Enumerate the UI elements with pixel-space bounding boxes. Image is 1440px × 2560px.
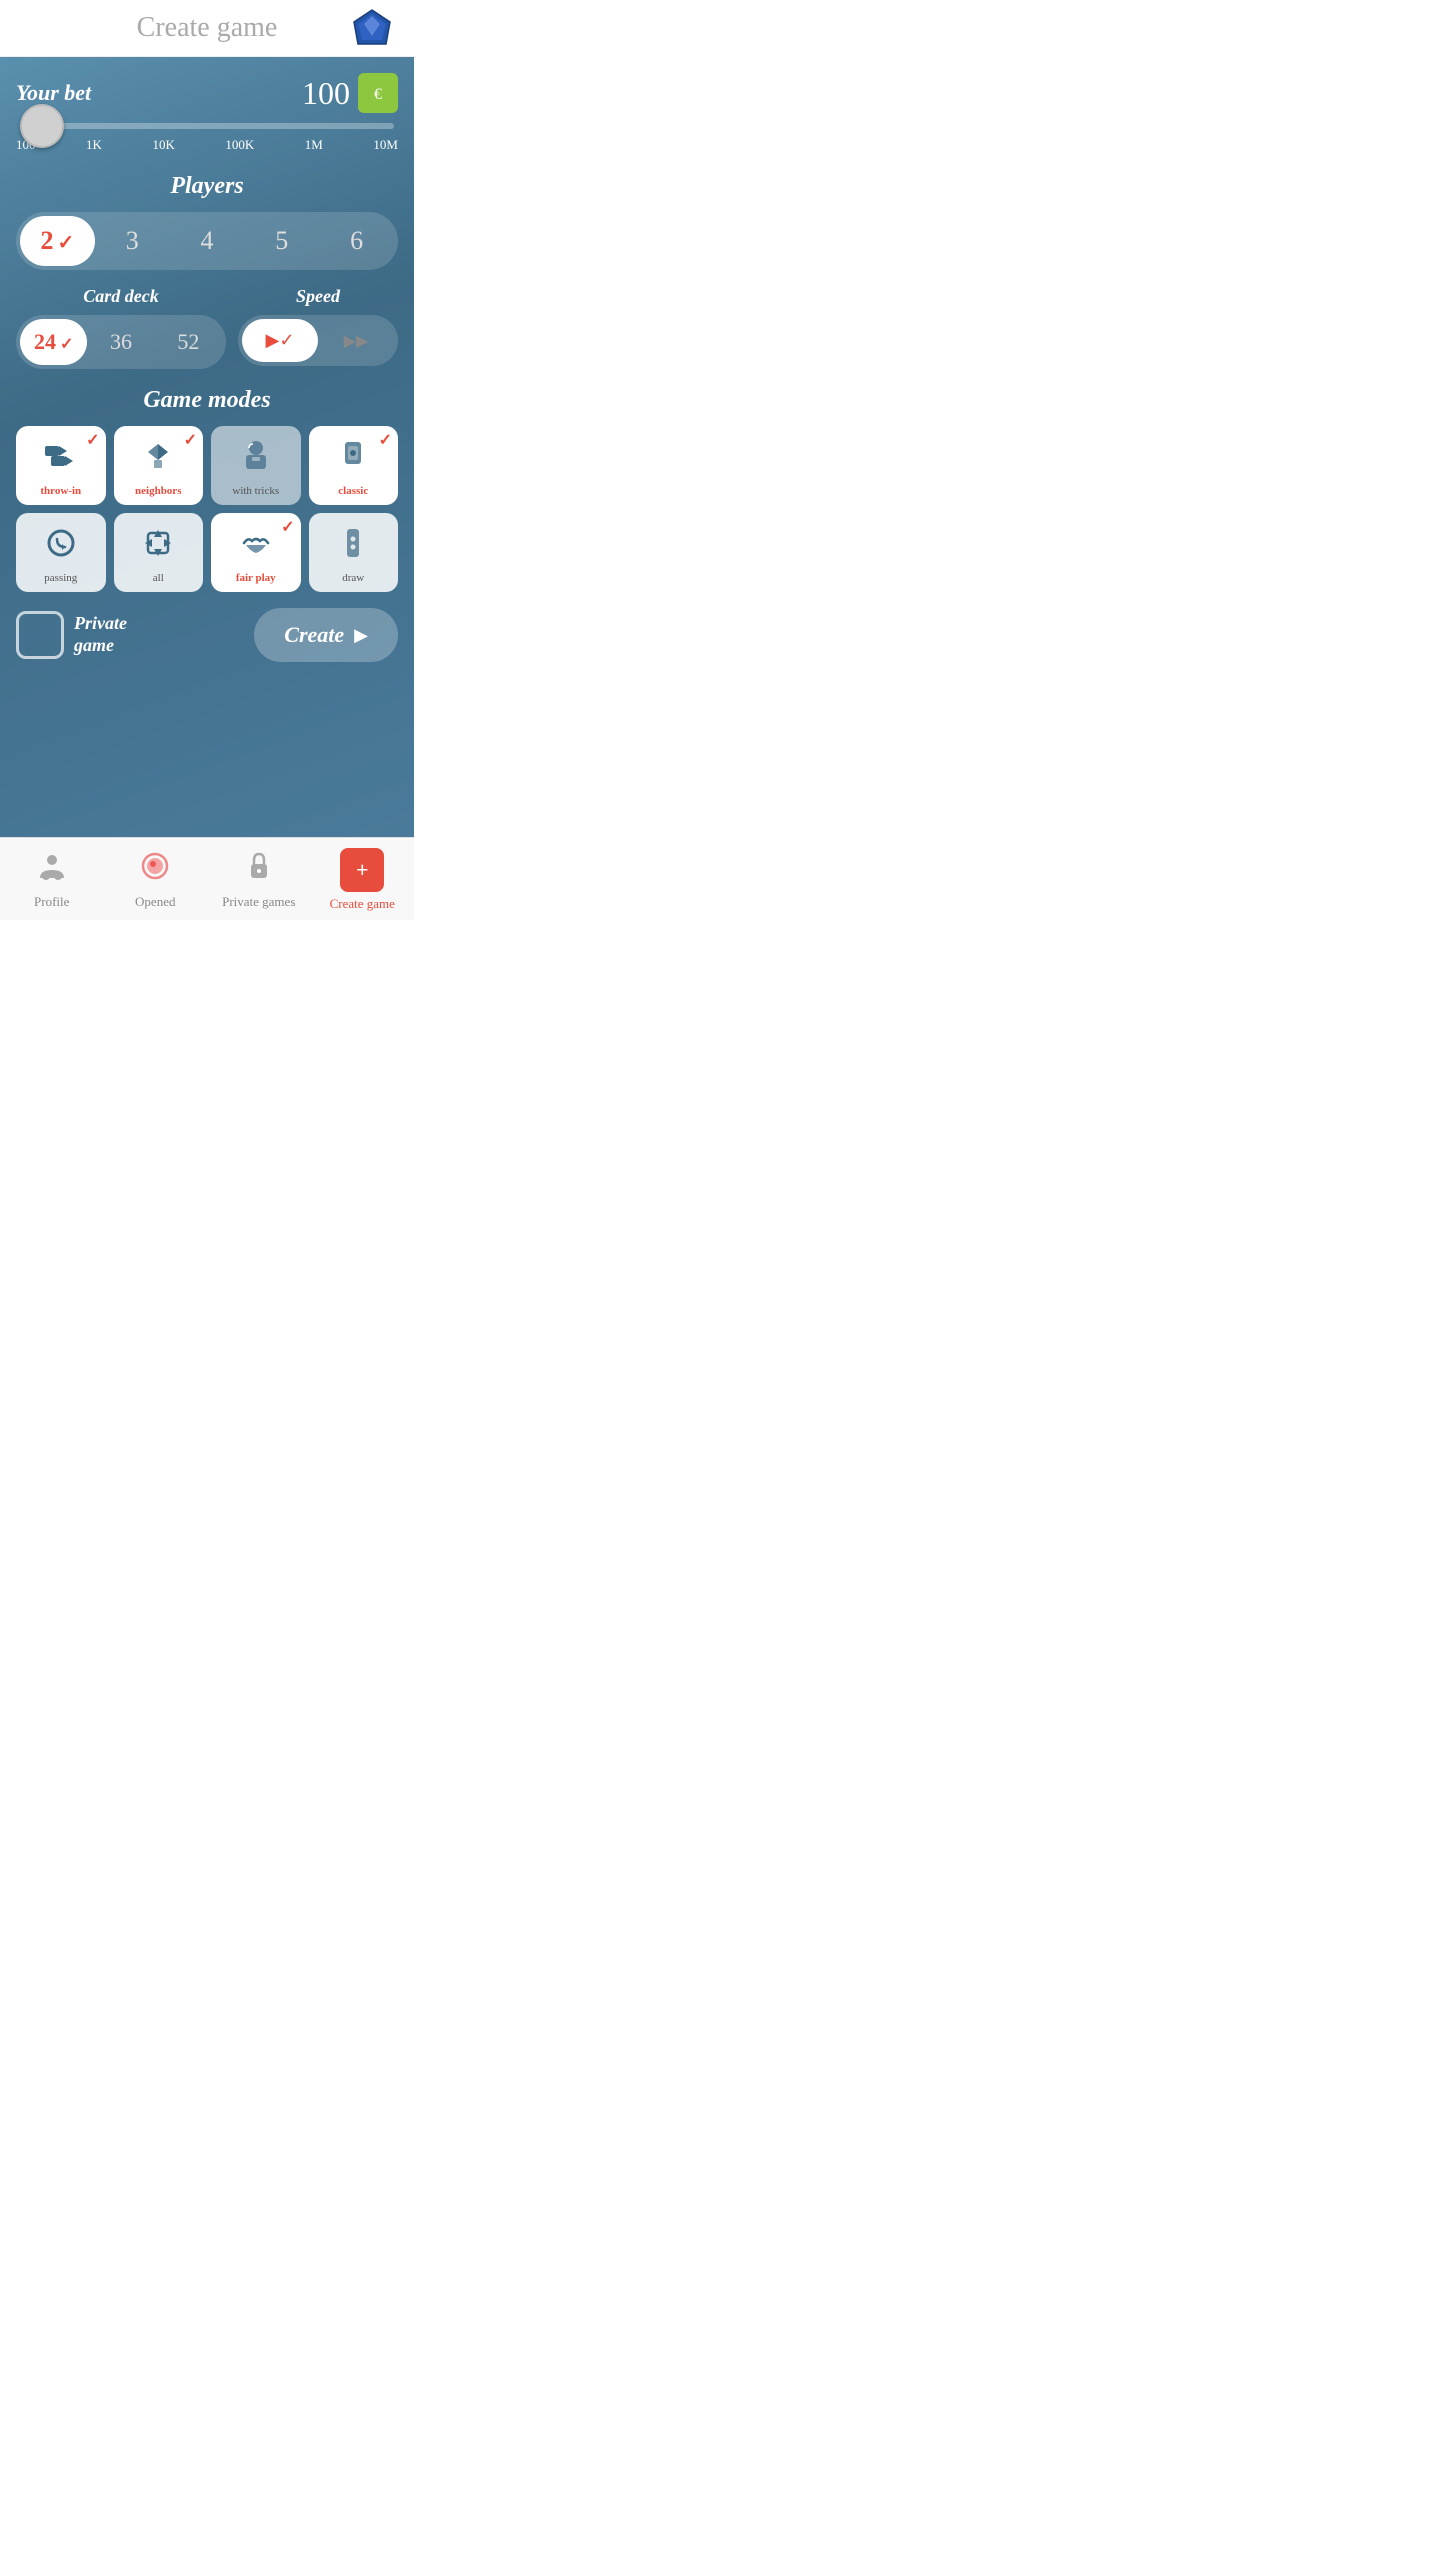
opened-icon (139, 850, 171, 890)
mode-classic[interactable]: ✓ classic (309, 426, 399, 505)
deck-selector: 24✓ 36 52 (16, 315, 226, 369)
profile-icon (36, 850, 68, 890)
passing-label: passing (44, 572, 77, 584)
page-title: Create game (137, 12, 278, 44)
profile-label: Profile (34, 894, 69, 910)
speed-selector: ▶✓ ▶▶ (238, 315, 398, 366)
players-option-3[interactable]: 3 (95, 216, 170, 266)
private-games-icon (243, 850, 275, 890)
fair-play-label: fair play (236, 572, 276, 584)
players-option-2[interactable]: 2✓ (20, 216, 95, 266)
draw-label: draw (342, 572, 364, 584)
mode-passing[interactable]: passing (16, 513, 106, 592)
deck-section: Card deck 24✓ 36 52 (16, 286, 226, 369)
neighbors-check: ✓ (184, 430, 197, 450)
slider-label-100k: 100K (225, 137, 254, 153)
opened-label: Opened (135, 894, 175, 910)
players-title: Players (16, 173, 398, 200)
speed-option-normal[interactable]: ▶✓ (242, 319, 318, 362)
bottom-nav: Profile Opened Private games + Create ga… (0, 837, 414, 920)
nav-opened[interactable]: Opened (104, 850, 208, 910)
slider-thumb[interactable] (20, 104, 64, 148)
all-icon (140, 525, 176, 566)
with-tricks-icon (238, 438, 274, 479)
bet-label: Your bet (16, 80, 91, 106)
create-game-icon: + (340, 848, 384, 892)
throw-in-icon (43, 438, 79, 479)
create-play-icon: ▶ (354, 625, 368, 646)
mode-fair-play[interactable]: ✓ fair play (211, 513, 301, 592)
bet-slider[interactable] (16, 123, 398, 129)
players-option-5[interactable]: 5 (244, 216, 319, 266)
slider-track (20, 123, 394, 129)
game-modes-title: Game modes (16, 387, 398, 414)
mode-with-tricks[interactable]: with tricks (211, 426, 301, 505)
bottom-row: Privategame Create ▶ (16, 608, 398, 662)
private-game-container: Privategame (16, 611, 127, 659)
nav-profile[interactable]: Profile (0, 850, 104, 910)
players-selector: 2✓ 3 4 5 6 (16, 212, 398, 270)
slider-labels: 100 1K 10K 100K 1M 10M (16, 137, 398, 153)
private-game-label: Privategame (74, 613, 127, 656)
slider-label-1k: 1K (86, 137, 102, 153)
nav-private-games[interactable]: Private games (207, 850, 311, 910)
speed-label: Speed (238, 286, 398, 307)
fair-play-icon (238, 525, 274, 566)
mode-throw-in[interactable]: ✓ throw-in (16, 426, 106, 505)
slider-label-1m: 1M (305, 137, 323, 153)
throw-in-label: throw-in (40, 485, 81, 497)
private-games-label: Private games (222, 894, 295, 910)
bet-section: Your bet 100 € 100 1K 10K 100K (16, 73, 398, 153)
mode-draw[interactable]: draw (309, 513, 399, 592)
speed-option-fast[interactable]: ▶▶ (318, 319, 394, 362)
gem-icon (350, 8, 398, 56)
deck-speed-row: Card deck 24✓ 36 52 Speed ▶✓ ▶▶ (16, 286, 398, 369)
mode-neighbors[interactable]: ✓ neighbors (114, 426, 204, 505)
players-option-4[interactable]: 4 (170, 216, 245, 266)
deck-option-36[interactable]: 36 (87, 319, 154, 365)
bet-header: Your bet 100 € (16, 73, 398, 113)
draw-icon (335, 525, 371, 566)
nav-create-game[interactable]: + Create game (311, 848, 415, 912)
deck-option-52[interactable]: 52 (155, 319, 222, 365)
svg-text:€: € (374, 86, 382, 103)
currency-icon: € (358, 73, 398, 113)
main-content: Your bet 100 € 100 1K 10K 100K (0, 57, 414, 837)
header: Create game (0, 0, 414, 57)
mode-all[interactable]: all (114, 513, 204, 592)
neighbors-icon (140, 438, 176, 479)
players-option-6[interactable]: 6 (319, 216, 394, 266)
all-label: all (153, 572, 164, 584)
create-button-label: Create (284, 622, 344, 648)
slider-label-10k: 10K (152, 137, 174, 153)
bet-value: 100 (302, 75, 350, 112)
fair-play-check: ✓ (281, 517, 294, 537)
neighbors-label: neighbors (135, 485, 181, 497)
private-game-checkbox[interactable] (16, 611, 64, 659)
passing-icon (43, 525, 79, 566)
bet-value-container: 100 € (302, 73, 398, 113)
game-modes-grid: ✓ throw-in ✓ neighbors (16, 426, 398, 592)
classic-label: classic (338, 485, 368, 497)
throw-in-check: ✓ (86, 430, 99, 450)
create-game-button[interactable]: Create ▶ (254, 608, 398, 662)
speed-section: Speed ▶✓ ▶▶ (238, 286, 398, 369)
classic-check: ✓ (379, 430, 392, 450)
slider-label-10m: 10M (373, 137, 398, 153)
create-game-nav-label: Create game (330, 896, 395, 912)
card-deck-label: Card deck (16, 286, 226, 307)
classic-icon (335, 438, 371, 479)
deck-option-24[interactable]: 24✓ (20, 319, 87, 365)
with-tricks-label: with tricks (232, 485, 279, 497)
